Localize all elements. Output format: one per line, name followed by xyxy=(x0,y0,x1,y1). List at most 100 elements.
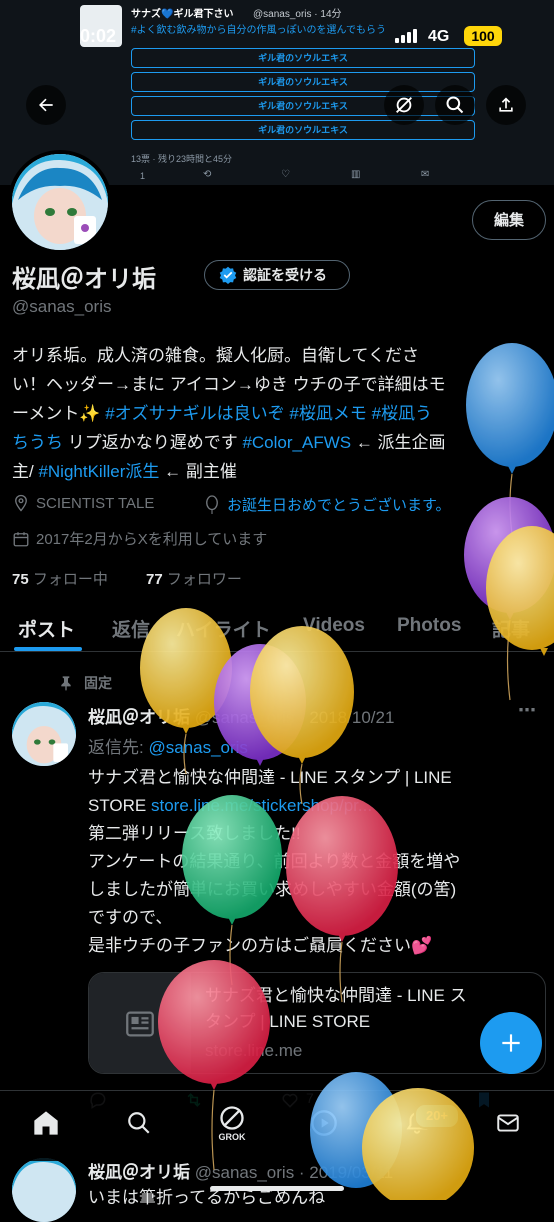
tweet-handle[interactable]: @sanas_oris xyxy=(195,708,294,727)
link-card[interactable]: サナズ君と愉快な仲間達 - LINE ス タンプ | LINE STORE st… xyxy=(88,972,546,1074)
profile-tabs: ポスト 返信 ハイライト Videos Photos 記事 xyxy=(0,605,554,652)
home-indicator xyxy=(210,1186,344,1191)
back-arrow-icon xyxy=(39,98,53,112)
link-card-thumbnail xyxy=(89,973,191,1073)
tweet-line: 第二弾リリース致しました!! xyxy=(88,824,301,843)
followers-link[interactable]: 77 フォロワー xyxy=(146,568,242,589)
tweet-avatar[interactable] xyxy=(12,702,76,766)
profile-bio: オリ系垢。成人済の雑食。擬人化厨。自衛してくださ い！ヘッダー→まに アイコン→… xyxy=(12,341,540,486)
profile-avatar[interactable] xyxy=(8,150,112,254)
bio-hashtag[interactable]: #NightKiller派生 xyxy=(38,462,159,481)
tab-articles[interactable]: 記事 xyxy=(492,615,530,642)
home-icon xyxy=(34,1111,58,1135)
bio-hashtag[interactable]: ちうち xyxy=(12,433,63,452)
mail-icon xyxy=(497,1114,519,1132)
article-icon xyxy=(126,1011,154,1037)
bio-hashtags[interactable]: #オズサナギルは良いぞ #桜凪メモ #桜凪う xyxy=(105,404,432,423)
tab-replies[interactable]: 返信 xyxy=(112,615,150,642)
profile-handle: @sanas_oris xyxy=(12,297,112,316)
active-tab-indicator xyxy=(14,647,82,651)
notification-badge: 20+ xyxy=(414,1103,460,1129)
bio-text: 主/ xyxy=(12,462,39,481)
banner-action-row: ⟲ ♡ ▥ ✉ xyxy=(203,169,430,180)
following-label: フォロー中 xyxy=(32,571,108,588)
profile-birthday[interactable]: お誕生日おめでとうございます。 xyxy=(203,494,451,515)
tweet-text: STORE xyxy=(88,796,151,815)
link-card-domain: store.line.me xyxy=(205,1041,303,1060)
following-count: 75 xyxy=(12,571,29,588)
calendar-icon xyxy=(13,531,29,546)
bio-text: ーメント✨ xyxy=(12,404,106,423)
tweet-header: 桜凪＠オリ垢 @sanas_oris · 2018/10/21 xyxy=(88,703,394,728)
mute-button[interactable] xyxy=(384,85,424,125)
tweet-line: サナズ君と愉快な仲間達 - LINE スタンプ | LINE xyxy=(88,768,452,787)
followers-count: 77 xyxy=(146,571,163,588)
nav-video[interactable] xyxy=(304,1103,344,1143)
bio-text: ← 副主催 xyxy=(159,462,237,481)
bio-hashtag[interactable]: #Color_AFWS xyxy=(242,433,351,452)
banner-hashtag-text: #よく飲む飲み物から自分の作風っぽいのを選んでもらう xyxy=(131,25,387,36)
get-verified-button[interactable]: 認証を受ける xyxy=(204,260,350,290)
search-icon xyxy=(128,1112,150,1134)
tweet-line: 是非ウチの子ファンの方はご贔屓ください💕 xyxy=(88,936,433,955)
poll-option: ギル君のソウルエキス xyxy=(131,48,475,68)
pinned-label: 固定 xyxy=(84,675,112,691)
joined-text: 2017年2月からXを利用しています xyxy=(36,531,268,548)
nav-messages[interactable] xyxy=(488,1103,528,1143)
poll-option: ギル君のソウルエキス xyxy=(131,120,475,140)
status-time: 0:02 xyxy=(80,26,117,46)
profile-joined: 2017年2月からXを利用しています xyxy=(12,528,267,549)
next-tweet-avatar[interactable] xyxy=(12,1158,76,1222)
tweet-author[interactable]: 桜凪＠オリ垢 xyxy=(88,708,190,727)
search-icon xyxy=(446,96,464,114)
back-button[interactable] xyxy=(26,85,66,125)
nav-home[interactable] xyxy=(26,1103,66,1143)
link-card-title: サナズ君と愉快な仲間達 - LINE ス タンプ | LINE STORE xyxy=(205,983,467,1035)
balloon-purple xyxy=(464,497,554,701)
edit-profile-button[interactable]: 編集 xyxy=(472,200,546,240)
nav-search[interactable] xyxy=(119,1103,159,1143)
bio-line: オリ系垢。成人済の雑食。擬人化厨。自衛してくださ xyxy=(12,346,419,365)
signal-icon xyxy=(395,29,417,43)
reply-to: 返信先: @sanas_oris xyxy=(88,733,248,758)
pin-icon xyxy=(61,676,71,691)
location-icon xyxy=(15,494,27,512)
balloon-icon xyxy=(206,494,218,514)
bio-line: ーメント✨ #オズサナギルは良いぞ #桜凪メモ #桜凪う xyxy=(12,399,540,428)
plus-icon xyxy=(502,1034,520,1052)
reply-to-handle[interactable]: @sanas_oris xyxy=(148,738,247,757)
profile-name: 桜凪＠オリ垢 xyxy=(12,266,156,293)
get-verified-label: 認証を受ける xyxy=(243,267,327,283)
verified-badge-icon xyxy=(219,266,237,284)
next-tweet-header: 桜凪＠オリ垢 @sanas_oris · 2019/03/11 xyxy=(88,1158,393,1183)
tab-highlights[interactable]: ハイライト xyxy=(176,615,271,642)
next-tweet-author[interactable]: 桜凪＠オリ垢 xyxy=(88,1163,190,1182)
bio-line: 主/ #NightKiller派生 ← 副主催 xyxy=(12,457,540,486)
bottom-nav: GROK 20+ xyxy=(0,1090,554,1161)
banner-handle-time: @sanas_oris · 14分 xyxy=(253,9,342,20)
link-card-title-line: タンプ | LINE STORE xyxy=(205,1012,371,1031)
poll-meta: 13票 · 残り23時間と45分 xyxy=(131,154,233,164)
pinned-indicator: 固定 xyxy=(58,673,112,693)
share-icon xyxy=(499,97,513,112)
nav-grok[interactable]: GROK xyxy=(212,1103,252,1143)
search-button[interactable] xyxy=(435,85,475,125)
more-options-icon[interactable]: ⋯ xyxy=(518,700,536,721)
banner-author: サナズ💙ギル君下さい xyxy=(131,9,234,20)
location-text: SCIENTIST TALE xyxy=(36,494,155,512)
following-link[interactable]: 75 フォロー中 xyxy=(12,568,108,589)
bio-text: ← 派生企画 xyxy=(351,433,446,452)
reply-to-label: 返信先: xyxy=(88,738,149,757)
tweet-line: しましたが簡単にお買い求めしやすい金額(の筈) xyxy=(88,880,457,899)
share-button[interactable] xyxy=(486,85,526,125)
bio-line: い！ヘッダー→まに アイコン→ゆき ウチの子で詳細はモ xyxy=(12,375,446,394)
grok-label: GROK xyxy=(218,1132,246,1142)
compose-button[interactable] xyxy=(480,1012,542,1074)
tab-videos[interactable]: Videos xyxy=(303,615,365,637)
tab-photos[interactable]: Photos xyxy=(397,615,461,637)
tab-posts[interactable]: ポスト xyxy=(18,615,75,642)
tweet-link[interactable]: store.line.me/stickershop/pr... xyxy=(151,796,372,815)
battery-indicator: 100 xyxy=(464,26,502,46)
no-notify-icon xyxy=(396,97,412,113)
network-type: 4G xyxy=(428,28,450,45)
